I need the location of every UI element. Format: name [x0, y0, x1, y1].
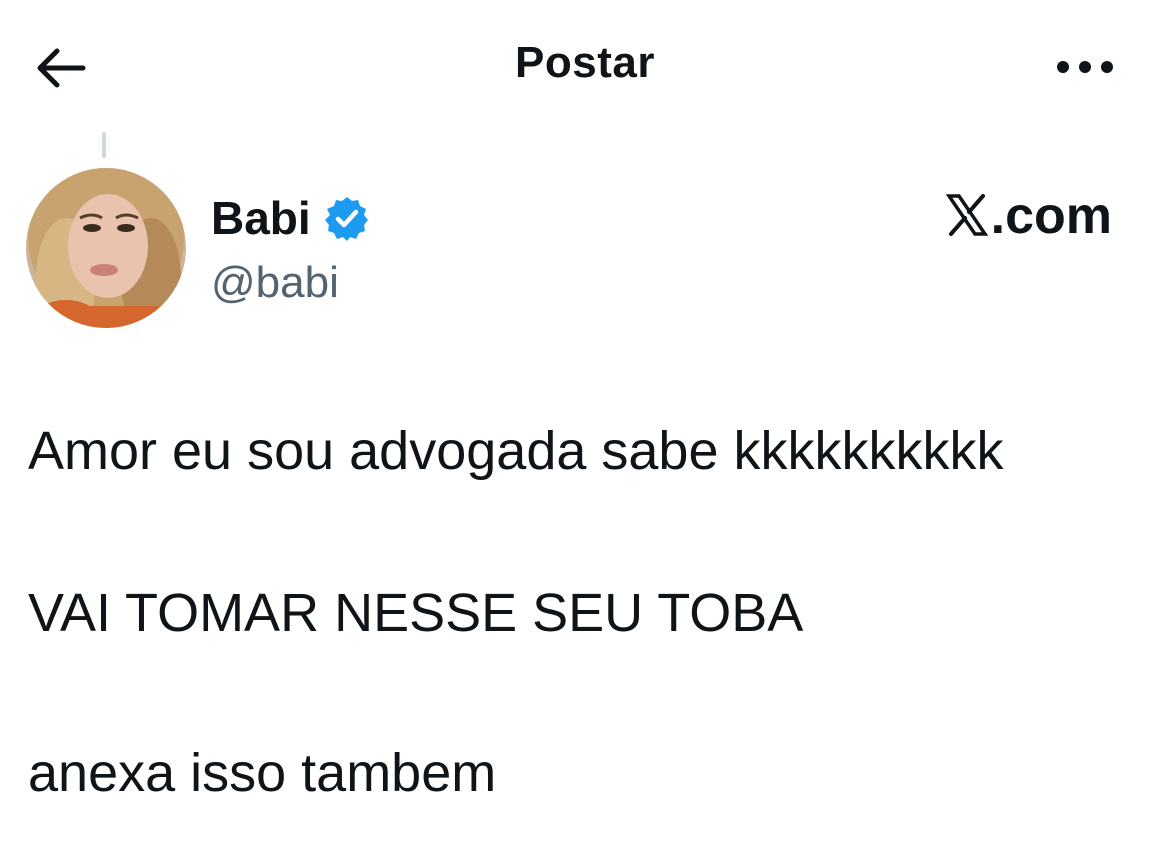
- tweet-text-line: anexa isso tambem: [28, 743, 497, 803]
- tweet-text-line: Amor eu sou advogada sabe kkkkkkkkkk: [28, 421, 1004, 481]
- page-title: Postar: [515, 38, 655, 87]
- author-handle[interactable]: @babi: [211, 258, 339, 308]
- tweet-text-line: VAI TOMAR NESSE SEU TOBA: [28, 583, 804, 643]
- avatar-image: [26, 168, 186, 328]
- author-name-row[interactable]: Babi: [211, 188, 371, 248]
- avatar[interactable]: [26, 168, 186, 328]
- thread-connector-line: [102, 132, 106, 158]
- top-bar: Postar: [0, 0, 1170, 135]
- x-logo-icon: [945, 194, 988, 236]
- post-detail-screen: Postar Babi @babi .com Amor eu sou advog…: [0, 0, 1170, 862]
- more-horizontal-icon: [1057, 61, 1113, 73]
- x-com-watermark: .com: [945, 186, 1112, 246]
- more-options-button[interactable]: [1048, 44, 1122, 90]
- verified-badge-icon: [323, 194, 371, 242]
- author-display-name: Babi: [211, 192, 311, 244]
- watermark-domain-text: .com: [990, 187, 1112, 245]
